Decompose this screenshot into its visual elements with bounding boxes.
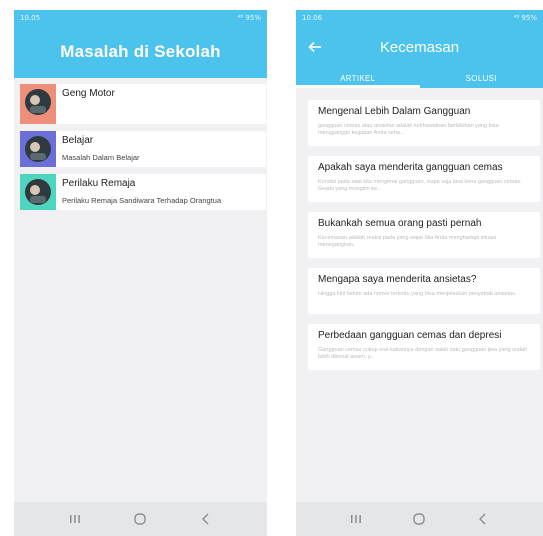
list-item-perilaku-remaja[interactable]: Perilaku Remaja Perilaku Remaja Sandiwar… xyxy=(20,174,266,210)
article-snippet: Kondisi pada saat kita mengenal gangguan… xyxy=(318,179,522,192)
list-item-text: Geng Motor xyxy=(56,84,121,124)
page-title: Masalah di Sekolah xyxy=(60,42,221,61)
home-icon[interactable] xyxy=(405,505,433,533)
list-item-subtitle: Perilaku Remaja Sandiwara Terhadap Orang… xyxy=(62,196,222,205)
recents-icon[interactable] xyxy=(61,505,89,533)
list-item-belajar[interactable]: Belajar Masalah Dalam Belajar xyxy=(20,131,266,167)
phone-screen-left: 10.05 ⁴⁸ 95% Masalah di Sekolah Geng Mot… xyxy=(14,10,267,536)
system-nav-bar xyxy=(296,502,543,536)
article-title: Apakah saya menderita gangguan cemas xyxy=(318,162,503,173)
list-item-title: Perilaku Remaja xyxy=(62,178,136,189)
thumbnail-wrap xyxy=(20,131,56,167)
avatar-photo xyxy=(25,136,51,162)
topic-list: Geng Motor Belajar Masalah Dalam Belajar xyxy=(14,78,267,210)
article-title: Mengenal Lebih Dalam Gangguan xyxy=(318,106,471,117)
list-item-subtitle: Masalah Dalam Belajar xyxy=(62,153,140,162)
recents-icon[interactable] xyxy=(342,505,370,533)
thumbnail-wrap xyxy=(20,84,56,124)
article-card[interactable]: Apakah saya menderita gangguan cemas Kon… xyxy=(308,156,540,202)
list-item-geng-motor[interactable]: Geng Motor xyxy=(20,84,266,124)
status-bar: 10.05 ⁴⁸ 95% xyxy=(14,10,267,26)
article-card[interactable]: Mengapa saya menderita ansietas? Hingga … xyxy=(308,268,540,314)
article-snippet: Kecemasan adalah reaksi pada yang wajar … xyxy=(318,235,497,248)
home-icon[interactable] xyxy=(126,505,154,533)
list-item-title: Belajar xyxy=(62,135,94,146)
app-bar: Kecemasan xyxy=(296,26,543,68)
article-card[interactable]: Mengenal Lebih Dalam Gangguan gangguan c… xyxy=(308,100,540,146)
back-icon[interactable] xyxy=(192,505,220,533)
phone-screen-right: 10.06 ⁴⁸ 95% Kecemasan ARTIKEL SOLUSI Me… xyxy=(296,10,543,536)
article-card[interactable]: Bukankah semua orang pasti pernah Kecema… xyxy=(308,212,540,258)
article-title: Mengapa saya menderita ansietas? xyxy=(318,274,477,285)
status-time: 10.05 xyxy=(20,14,41,22)
list-item-text: Belajar Masalah Dalam Belajar xyxy=(56,131,146,167)
article-list: Mengenal Lebih Dalam Gangguan gangguan c… xyxy=(296,88,543,370)
article-card[interactable]: Perbedaan gangguan cemas dan depresi Gan… xyxy=(308,324,540,370)
status-time: 10.06 xyxy=(302,14,323,22)
article-title: Bukankah semua orang pasti pernah xyxy=(318,218,482,229)
back-icon[interactable] xyxy=(469,505,497,533)
list-item-text: Perilaku Remaja Perilaku Remaja Sandiwar… xyxy=(56,174,238,210)
article-title: Perbedaan gangguan cemas dan depresi xyxy=(318,330,502,341)
arrow-left-icon[interactable] xyxy=(300,32,330,62)
article-snippet: gangguan cemas atau ansietas adalah kekh… xyxy=(318,123,499,136)
status-indicators: ⁴⁸ 95% xyxy=(237,14,261,22)
article-snippet: Gangguan cemas cukup erat kaitannya deng… xyxy=(318,347,528,360)
status-bar: 10.06 ⁴⁸ 95% xyxy=(296,10,543,26)
tab-solusi[interactable]: SOLUSI xyxy=(420,68,543,88)
thumbnail-wrap xyxy=(20,174,56,210)
avatar-photo xyxy=(25,89,51,115)
avatar-photo xyxy=(25,179,51,205)
status-indicators: ⁴⁸ 95% xyxy=(513,14,537,22)
list-item-title: Geng Motor xyxy=(62,88,115,99)
page-title: Kecemasan xyxy=(379,38,460,56)
app-bar: Masalah di Sekolah xyxy=(14,26,267,78)
tab-bar: ARTIKEL SOLUSI xyxy=(296,68,543,88)
tab-artikel[interactable]: ARTIKEL xyxy=(296,68,420,88)
article-snippet: Hingga kini belum ada nomor tertentu yan… xyxy=(318,291,517,297)
system-nav-bar xyxy=(14,502,267,536)
list-item-subtitle xyxy=(62,106,115,120)
